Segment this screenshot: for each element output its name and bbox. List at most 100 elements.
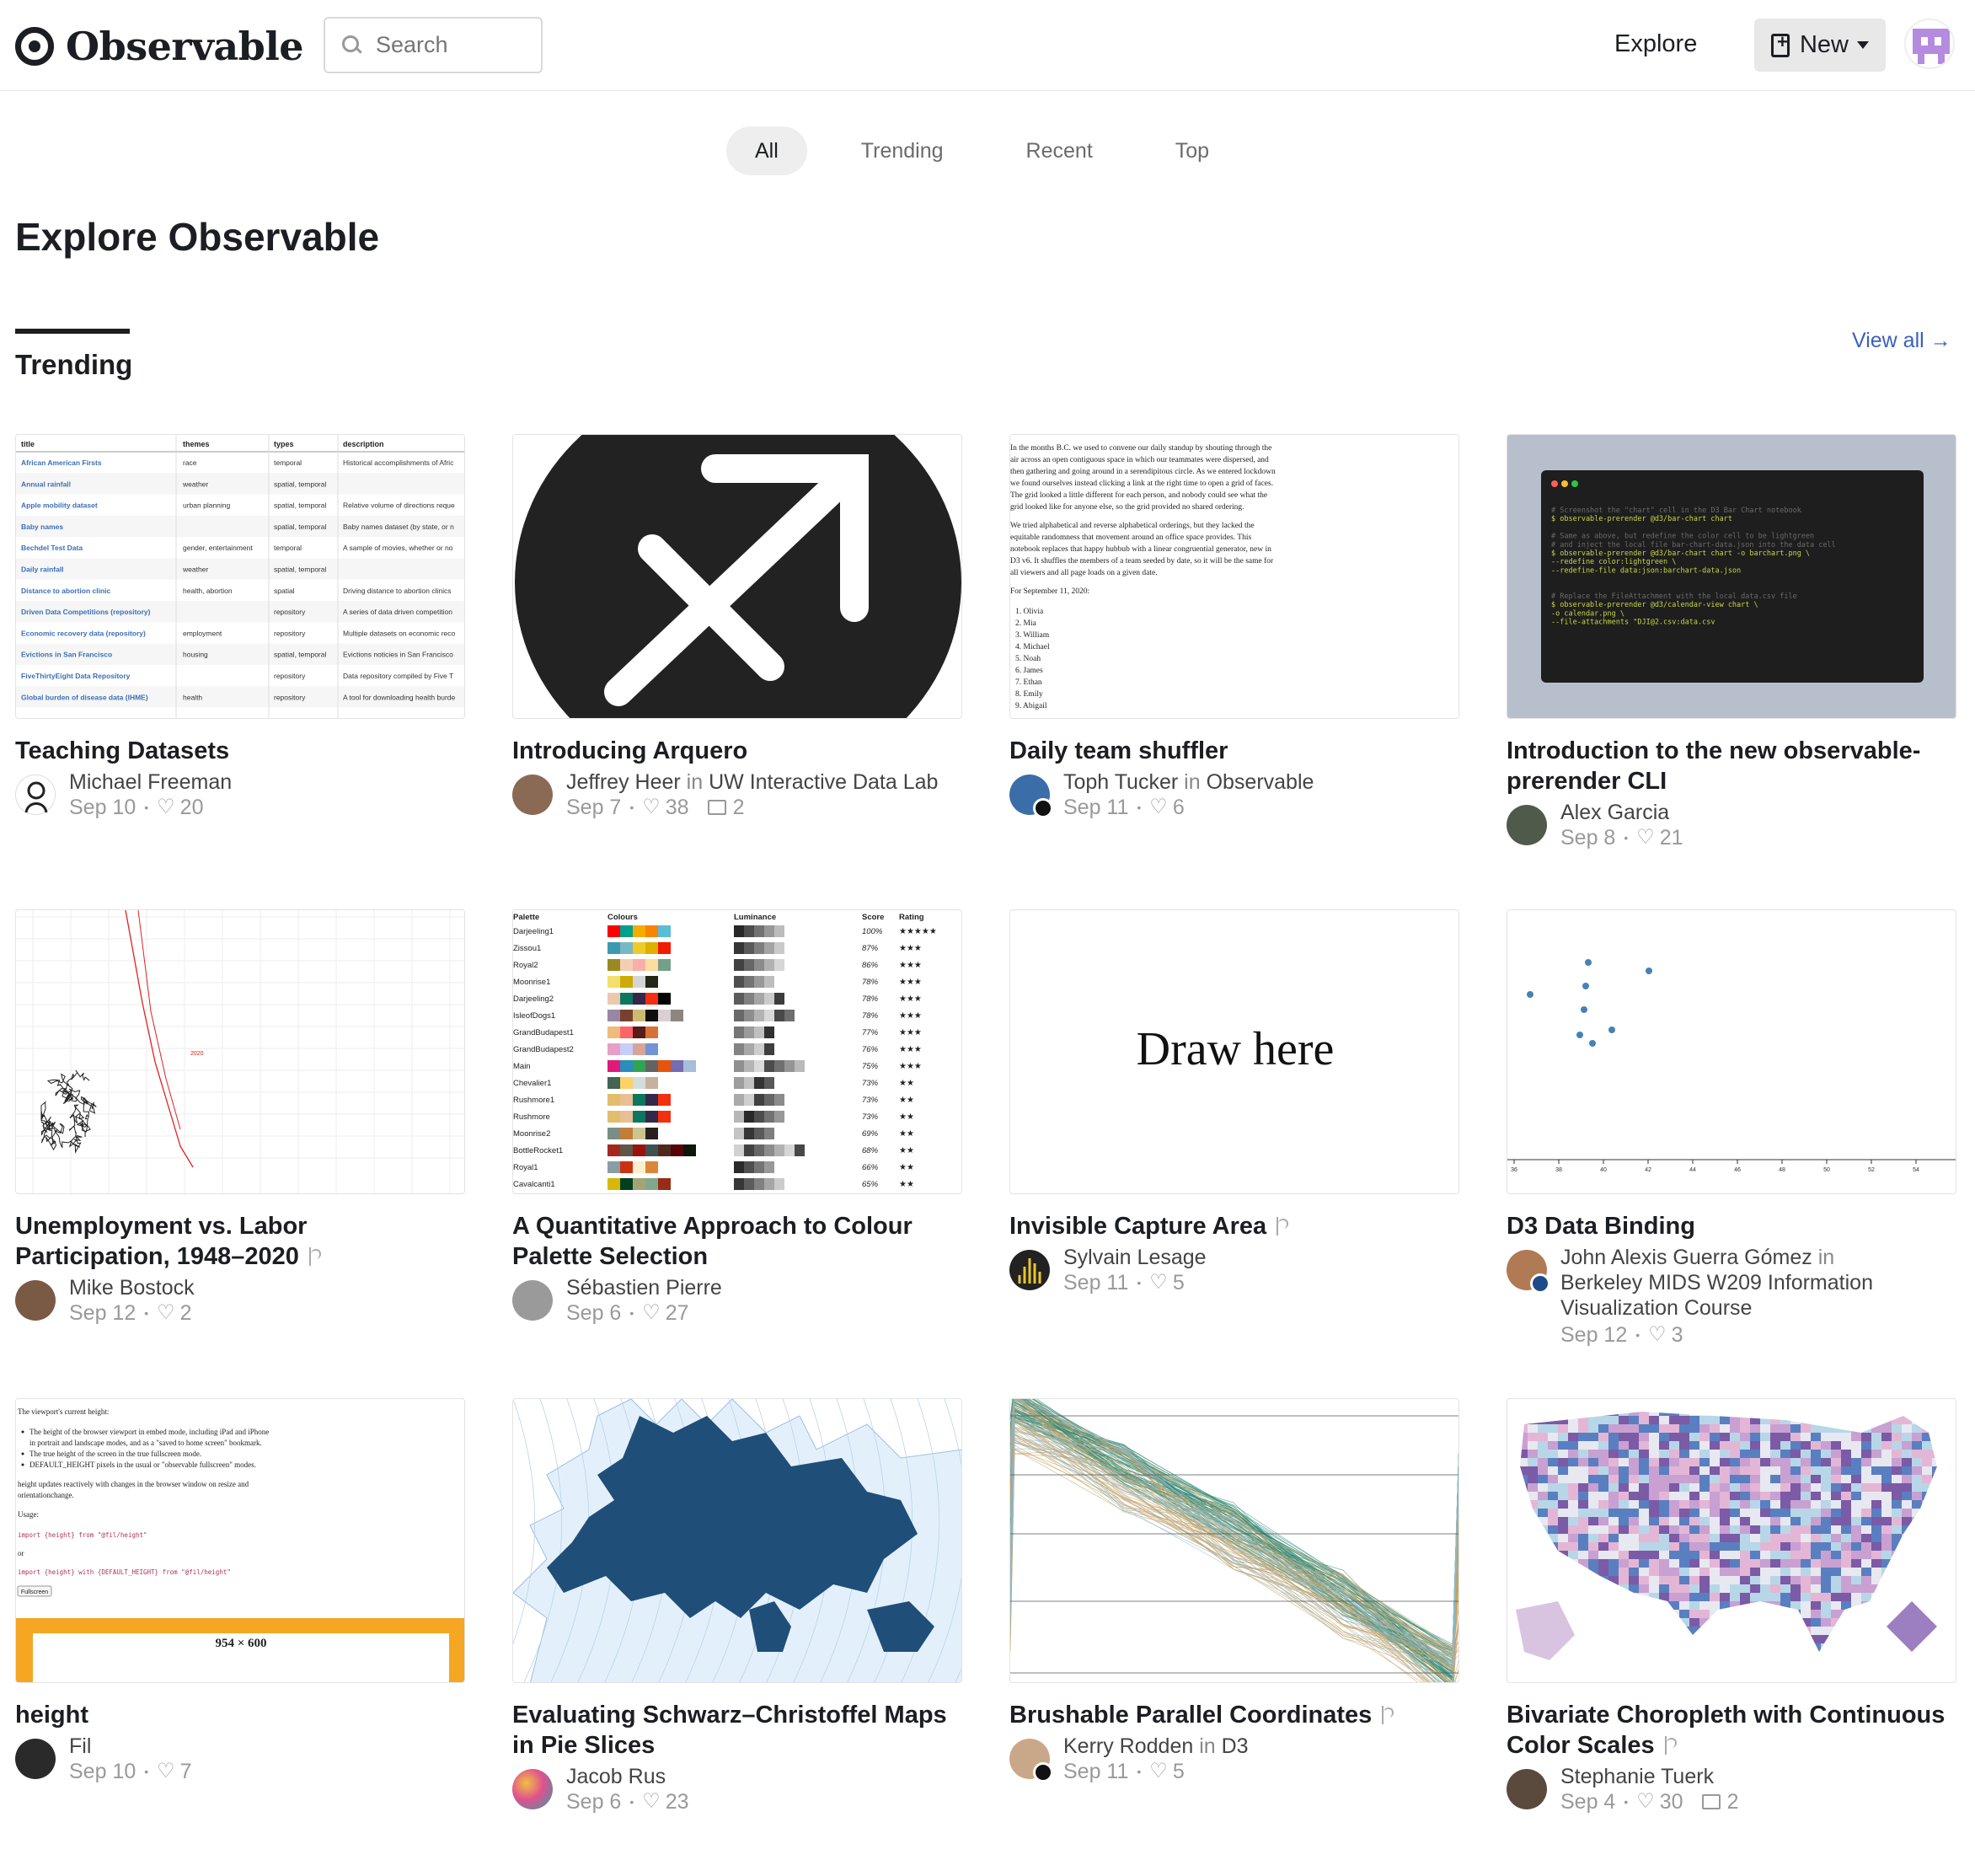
notebook-card[interactable]: Bivariate Choropleth with Continuous Col… xyxy=(1507,1398,1956,1814)
notebook-title[interactable]: height xyxy=(15,1700,465,1730)
notebook-thumbnail[interactable]: In the months B.C. we used to convene ou… xyxy=(1009,434,1459,719)
author-name[interactable]: Alex Garcia xyxy=(1560,800,1683,825)
author-avatar[interactable] xyxy=(512,1280,553,1321)
author-name[interactable]: Sylvain Lesage xyxy=(1063,1245,1207,1270)
notebook-card[interactable]: Draw here Invisible Capture Area Sylvain… xyxy=(1009,909,1459,1295)
notebook-card[interactable]: Evaluating Schwarz–Christoffel Maps in P… xyxy=(512,1398,962,1814)
search-box[interactable] xyxy=(324,17,543,73)
heart-icon[interactable]: ♡ xyxy=(1149,1270,1168,1295)
county-cell xyxy=(1699,1399,1710,1407)
author-avatar[interactable] xyxy=(15,1280,56,1321)
author-name[interactable]: Mike Bostock xyxy=(69,1275,195,1300)
heart-icon[interactable]: ♡ xyxy=(1648,1322,1667,1348)
notebook-thumbnail[interactable] xyxy=(1507,1398,1956,1683)
heart-icon[interactable]: ♡ xyxy=(157,1759,175,1784)
notebook-title[interactable]: Introducing Arquero xyxy=(512,736,962,766)
notebook-thumbnail[interactable] xyxy=(1009,1398,1459,1683)
author-name[interactable]: Fil xyxy=(69,1734,192,1759)
tab-trending[interactable]: Trending xyxy=(832,126,972,175)
org-name[interactable]: Berkeley MIDS W209 Information Visualiza… xyxy=(1560,1270,1914,1321)
notebook-thumbnail[interactable]: The viewport's current height: The height… xyxy=(15,1398,465,1683)
heart-icon[interactable]: ♡ xyxy=(642,795,661,820)
notebook-card[interactable]: In the months B.C. we used to convene ou… xyxy=(1009,434,1459,820)
heart-icon[interactable]: ♡ xyxy=(1636,825,1655,850)
heart-icon[interactable]: ♡ xyxy=(1149,795,1168,820)
notebook-title[interactable]: Teaching Datasets xyxy=(15,736,465,766)
author-avatar[interactable] xyxy=(512,775,553,815)
notebook-title[interactable]: Unemployment vs. Labor Participation, 19… xyxy=(15,1211,465,1272)
author-name[interactable]: Sébastien Pierre xyxy=(566,1275,722,1300)
notebook-card[interactable]: The viewport's current height: The height… xyxy=(15,1398,465,1784)
notebook-card[interactable]: Brushable Parallel Coordinates Kerry Rod… xyxy=(1009,1398,1459,1784)
notebook-title[interactable]: A Quantitative Approach to Colour Palett… xyxy=(512,1211,962,1272)
notebook-title[interactable]: Introduction to the new observable-prere… xyxy=(1507,736,1956,796)
org-name[interactable]: UW Interactive Data Lab xyxy=(709,770,938,794)
notebook-thumbnail[interactable]: Palette Colours Luminance Score Rating Darjee… xyxy=(512,909,962,1194)
notebook-card[interactable]: title themes types description African Ameri… xyxy=(15,434,465,820)
author-avatar[interactable] xyxy=(512,1769,553,1809)
notebook-thumbnail[interactable] xyxy=(512,434,962,719)
notebook-thumbnail[interactable]: 2020 xyxy=(15,909,465,1194)
notebook-card[interactable]: 36 38 40 42 44 46 48 50 52 54 D3 Data Binding Joh… xyxy=(1507,909,1956,1348)
author-avatar[interactable] xyxy=(1009,1739,1053,1782)
county-cell xyxy=(1760,1525,1770,1534)
notebook-thumbnail[interactable]: Draw here xyxy=(1009,909,1459,1194)
county-cell xyxy=(1578,1627,1588,1635)
notebook-card[interactable]: # Screenshot the "chart" cell in the D3 … xyxy=(1507,434,1956,850)
county-cell xyxy=(1851,1492,1861,1500)
notebook-card[interactable]: Palette Colours Luminance Score Rating Darjee… xyxy=(512,909,962,1326)
notebook-title[interactable]: Invisible Capture Area xyxy=(1009,1211,1459,1241)
notebook-title[interactable]: Daily team shuffler xyxy=(1009,736,1459,766)
heart-icon[interactable]: ♡ xyxy=(1636,1789,1655,1814)
view-all-link[interactable]: View all → xyxy=(1852,329,1951,353)
author-avatar[interactable] xyxy=(1507,1250,1550,1294)
county-cell xyxy=(1871,1584,1881,1593)
explore-link[interactable]: Explore xyxy=(1614,30,1697,58)
tab-all[interactable]: All xyxy=(726,126,807,175)
palette-rating: ★★★ xyxy=(899,994,922,1004)
author-avatar[interactable] xyxy=(1507,1769,1547,1809)
county-cell xyxy=(1730,1652,1740,1660)
notebook-thumbnail[interactable] xyxy=(512,1398,962,1683)
comment-icon[interactable] xyxy=(707,800,726,815)
comment-icon[interactable] xyxy=(1701,1794,1721,1809)
author-avatar[interactable] xyxy=(1507,805,1547,845)
heart-icon[interactable]: ♡ xyxy=(157,795,175,820)
heart-icon[interactable]: ♡ xyxy=(642,1300,661,1326)
notebook-title[interactable]: Brushable Parallel Coordinates xyxy=(1009,1700,1459,1730)
author-avatar[interactable] xyxy=(1009,1250,1050,1290)
org-name[interactable]: D3 xyxy=(1222,1734,1249,1758)
tab-top[interactable]: Top xyxy=(1147,126,1238,175)
palette-rating: ★★★ xyxy=(899,1062,922,1071)
heart-icon[interactable]: ♡ xyxy=(1149,1759,1168,1784)
author-name[interactable]: Kerry Rodden xyxy=(1063,1734,1193,1758)
user-avatar[interactable] xyxy=(1904,19,1955,69)
author-avatar[interactable] xyxy=(1009,775,1053,818)
author-name[interactable]: Toph Tucker xyxy=(1063,770,1178,794)
heart-icon[interactable]: ♡ xyxy=(157,1300,175,1326)
author-name[interactable]: Michael Freeman xyxy=(69,769,232,795)
notebook-title[interactable]: D3 Data Binding xyxy=(1507,1211,1956,1241)
author-avatar[interactable] xyxy=(15,1739,56,1779)
author-name[interactable]: John Alexis Guerra Gómez xyxy=(1560,1246,1812,1269)
notebook-card[interactable]: 2020 Unemployment vs. Labor Participatio… xyxy=(15,909,465,1326)
author-name[interactable]: Jeffrey Heer xyxy=(566,770,681,794)
county-cell xyxy=(1568,1551,1578,1559)
heart-icon[interactable]: ♡ xyxy=(642,1789,661,1814)
org-name[interactable]: Observable xyxy=(1207,770,1314,794)
notebook-thumbnail[interactable]: # Screenshot the "chart" cell in the D3 … xyxy=(1507,434,1956,719)
tab-recent[interactable]: Recent xyxy=(998,126,1121,175)
author-name[interactable]: Jacob Rus xyxy=(566,1764,689,1789)
notebook-title[interactable]: Evaluating Schwarz–Christoffel Maps in P… xyxy=(512,1700,962,1761)
observable-logo[interactable]: Observable xyxy=(15,24,304,69)
author-avatar[interactable] xyxy=(15,775,56,815)
notebook-card[interactable]: Introducing Arquero Jeffrey Heer in UW I… xyxy=(512,434,962,820)
search-input[interactable] xyxy=(376,32,527,58)
notebook-thumbnail[interactable]: 36 38 40 42 44 46 48 50 52 54 xyxy=(1507,909,1956,1194)
county-cell xyxy=(1538,1441,1548,1450)
notebook-title[interactable]: Bivariate Choropleth with Continuous Col… xyxy=(1507,1700,1956,1761)
county-cell xyxy=(1679,1643,1689,1652)
notebook-thumbnail[interactable]: title themes types description African Ameri… xyxy=(15,434,465,719)
new-button[interactable]: New xyxy=(1754,19,1886,72)
author-name[interactable]: Stephanie Tuerk xyxy=(1560,1764,1738,1789)
